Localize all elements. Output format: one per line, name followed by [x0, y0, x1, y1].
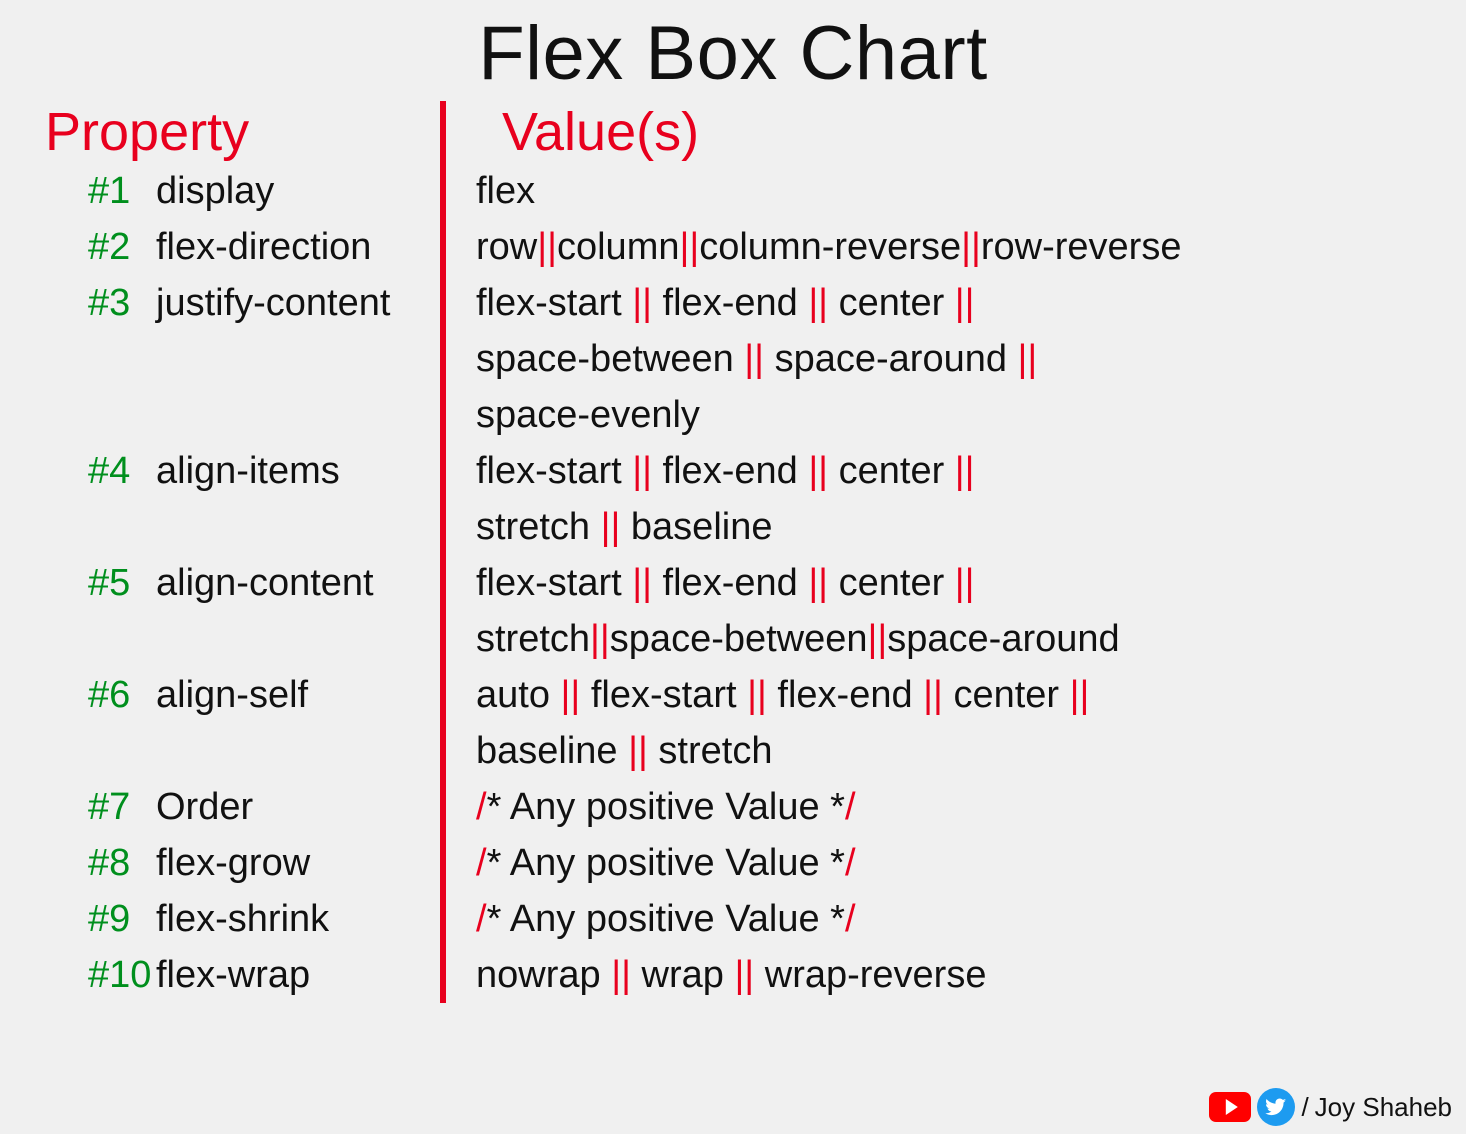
value-cell: space-evenly — [476, 387, 1436, 443]
property-name: align-content — [156, 555, 374, 611]
row-index: #8 — [88, 835, 156, 891]
credit-name: Joy Shaheb — [1315, 1092, 1452, 1123]
property-name: display — [156, 163, 274, 219]
value-cell: nowrap || wrap || wrap-reverse — [476, 947, 1436, 1003]
row-index: #3 — [88, 275, 156, 331]
column-headers: Property Value(s) — [30, 101, 1436, 163]
twitter-icon[interactable] — [1257, 1088, 1295, 1126]
table-row: #5align-content — [88, 555, 440, 611]
property-column: #1display #2flex-direction #3justify-con… — [30, 163, 440, 1003]
table-row: #7Order — [88, 779, 440, 835]
table-row — [88, 331, 440, 443]
value-cell: stretch || baseline — [476, 499, 1436, 555]
value-cell: baseline || stretch — [476, 723, 1436, 779]
table-row: #9flex-shrink — [88, 891, 440, 947]
property-name: Order — [156, 779, 253, 835]
table-row: #1display — [88, 163, 440, 219]
value-cell: auto || flex-start || flex-end || center… — [476, 667, 1436, 723]
row-index: #4 — [88, 443, 156, 499]
credit: / Joy Shaheb — [1209, 1088, 1452, 1126]
table-row: #2flex-direction — [88, 219, 440, 275]
table-row: #8flex-grow — [88, 835, 440, 891]
header-property: Property — [30, 101, 440, 163]
property-name: align-items — [156, 443, 340, 499]
row-index: #1 — [88, 163, 156, 219]
table-row — [88, 499, 440, 555]
value-cell: /* Any positive Value */ — [476, 779, 1436, 835]
property-name: align-self — [156, 667, 308, 723]
page: Flex Box Chart Property Value(s) #1displ… — [0, 0, 1466, 1134]
value-cell: flex-start || flex-end || center || — [476, 275, 1436, 331]
value-cell: flex-start || flex-end || center || — [476, 555, 1436, 611]
property-name: flex-direction — [156, 219, 371, 275]
table-row: #3justify-content — [88, 275, 440, 331]
property-name: flex-grow — [156, 835, 310, 891]
value-cell: stretch||space-between||space-around — [476, 611, 1436, 667]
value-cell: flex — [476, 163, 1436, 219]
table-body: #1display #2flex-direction #3justify-con… — [30, 163, 1436, 1003]
table-row: #10flex-wrap — [88, 947, 440, 1003]
youtube-icon[interactable] — [1209, 1092, 1251, 1122]
credit-slash: / — [1301, 1092, 1308, 1123]
property-name: flex-shrink — [156, 891, 329, 947]
value-cell: row||column||column-reverse||row-reverse — [476, 219, 1436, 275]
row-index: #10 — [88, 947, 156, 1003]
row-index: #9 — [88, 891, 156, 947]
row-index: #2 — [88, 219, 156, 275]
value-cell: /* Any positive Value */ — [476, 835, 1436, 891]
value-cell: flex-start || flex-end || center || — [476, 443, 1436, 499]
values-column: flex row||column||column-reverse||row-re… — [440, 163, 1436, 1003]
property-name: flex-wrap — [156, 947, 310, 1003]
table-row: #6align-self — [88, 667, 440, 723]
value-cell: /* Any positive Value */ — [476, 891, 1436, 947]
row-index: #7 — [88, 779, 156, 835]
table-row — [88, 611, 440, 667]
row-index: #5 — [88, 555, 156, 611]
table-row — [88, 723, 440, 779]
page-title: Flex Box Chart — [30, 10, 1436, 97]
row-index: #6 — [88, 667, 156, 723]
value-cell: space-between || space-around || — [476, 331, 1436, 387]
table-row: #4align-items — [88, 443, 440, 499]
property-name: justify-content — [156, 275, 390, 331]
header-values: Value(s) — [440, 101, 1436, 163]
